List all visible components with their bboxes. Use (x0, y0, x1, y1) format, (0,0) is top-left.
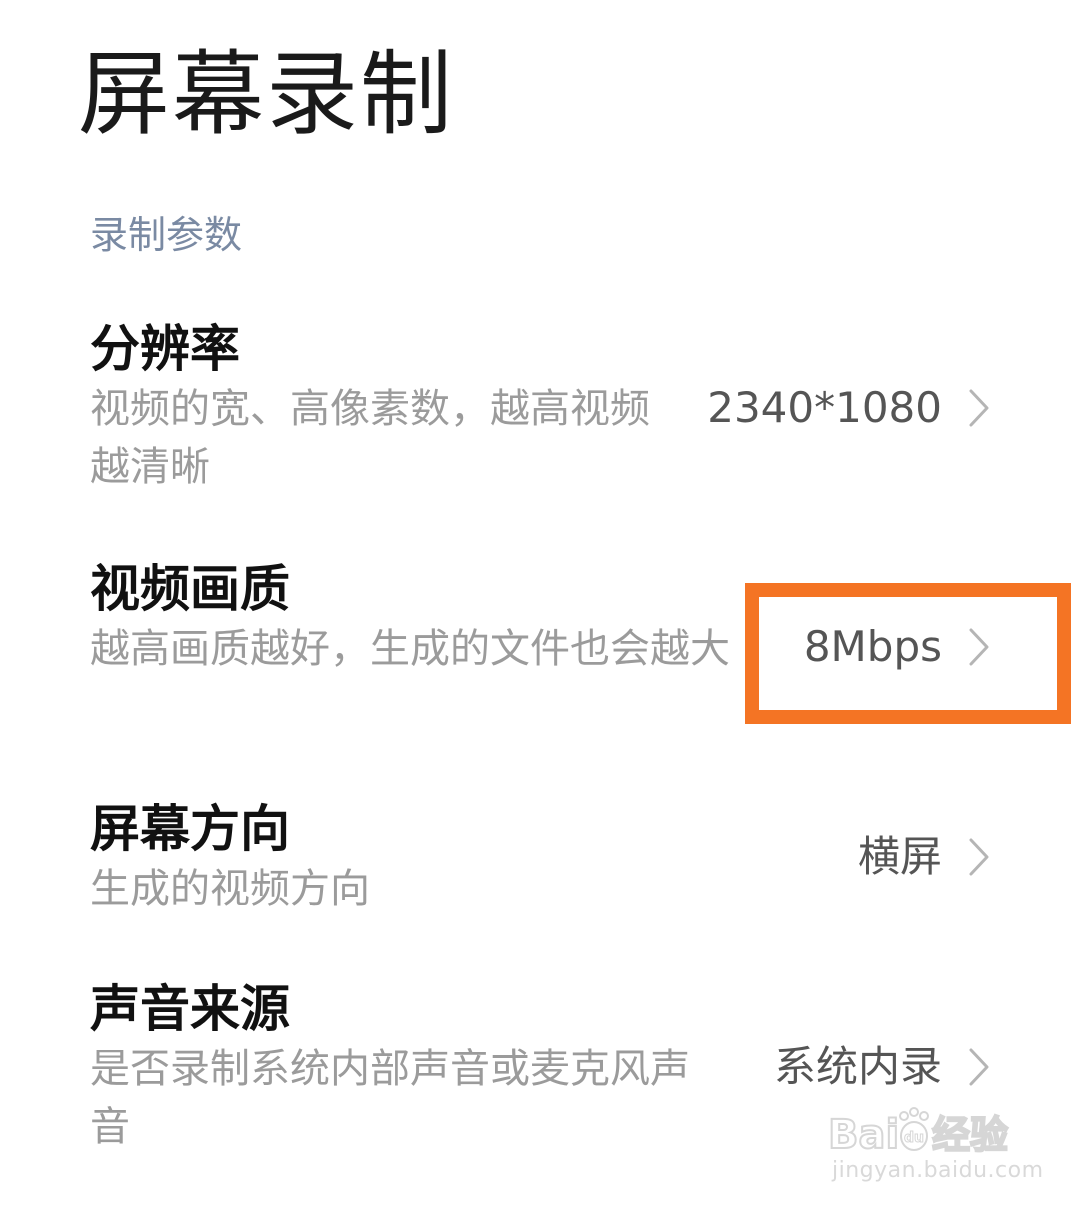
page-title: 屏幕录制 (78, 41, 455, 148)
setting-title: 声音来源 (90, 980, 290, 1038)
setting-item-video-quality[interactable]: 视频画质 越高画质越好，生成的文件也会越大 8Mbps (0, 558, 1080, 743)
section-header-recording-params: 录制参数 (90, 213, 243, 257)
chevron-right-icon (968, 837, 990, 877)
setting-description: 生成的视频方向 (90, 866, 370, 912)
setting-value: 2340*1080 (707, 383, 942, 432)
setting-item-screen-orientation[interactable]: 屏幕方向 生成的视频方向 横屏 (0, 798, 1080, 928)
setting-item-audio-source[interactable]: 声音来源 是否录制系统内部声音或麦克风声音 系统内录 (0, 978, 1080, 1163)
chevron-right-icon (968, 388, 990, 428)
setting-value: 8Mbps (803, 622, 942, 671)
setting-item-resolution[interactable]: 分辨率 视频的宽、高像素数，越高视频越清晰 2340*1080 (0, 318, 1080, 503)
setting-description: 视频的宽、高像素数，越高视频越清晰 (90, 386, 650, 490)
setting-description: 越高画质越好，生成的文件也会越大 (90, 626, 730, 672)
chevron-right-icon (968, 1047, 990, 1087)
setting-value: 系统内录 (773, 1042, 942, 1091)
setting-value: 横屏 (857, 832, 942, 881)
setting-title: 分辨率 (90, 320, 240, 378)
setting-title: 屏幕方向 (90, 800, 290, 858)
setting-description: 是否录制系统内部声音或麦克风声音 (90, 1046, 690, 1150)
setting-title: 视频画质 (90, 560, 290, 618)
chevron-right-icon (968, 627, 990, 667)
